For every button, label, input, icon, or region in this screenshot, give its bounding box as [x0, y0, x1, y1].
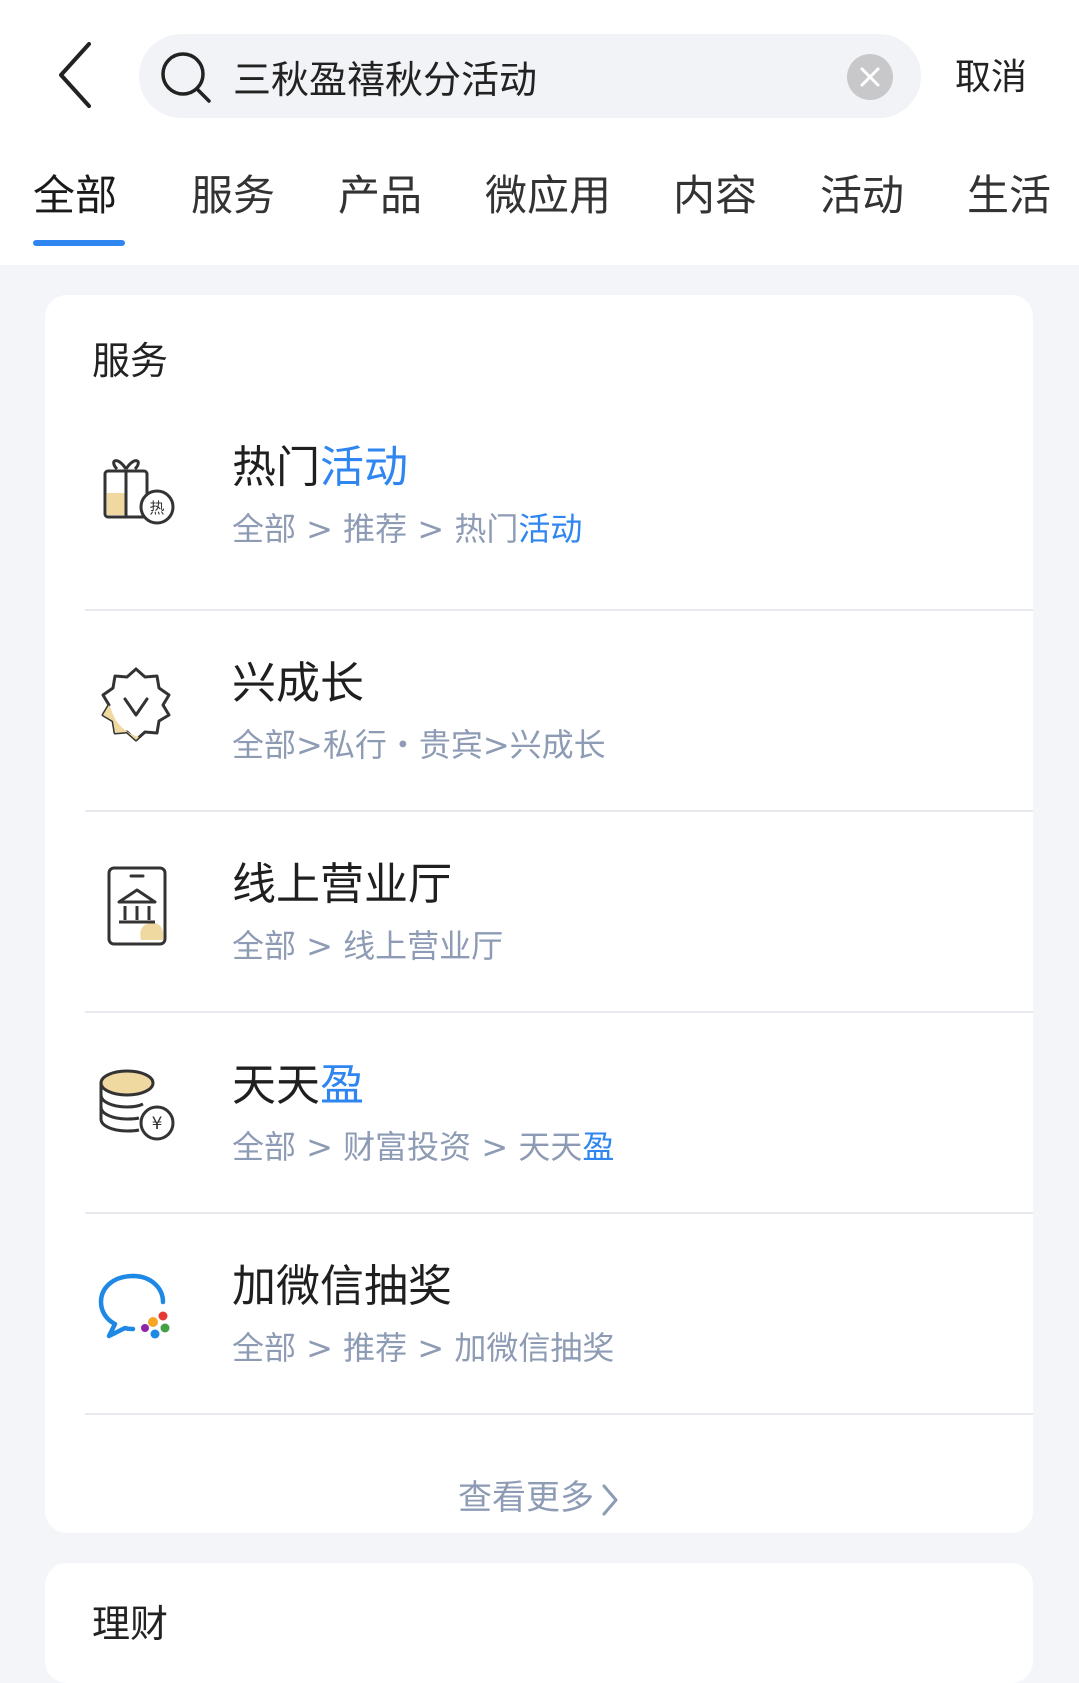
item-breadcrumb: 全部 > 财富投资 > 天天盈 — [232, 1128, 615, 1166]
service-item-online-hall[interactable]: 线上营业厅 全部 > 线上营业厅 — [45, 812, 1033, 1012]
chevron-right-icon — [602, 1484, 618, 1515]
badge-growth-icon — [101, 667, 171, 742]
service-item-wechat-lottery[interactable]: 加微信抽奖 全部 > 推荐 > 加微信抽奖 — [45, 1214, 1033, 1414]
active-tab-indicator — [33, 240, 125, 246]
item-title: 兴成长 — [232, 658, 364, 709]
svg-text:¥: ¥ — [152, 1114, 163, 1134]
top-bar: 取消 全部 服务 产品 微应用 内容 活动 生活 — [0, 0, 1079, 265]
section-title: 服务 — [92, 339, 169, 383]
section-title: 理财 — [92, 1602, 169, 1646]
service-item-tiantian-ying[interactable]: ¥ 天天盈 全部 > 财富投资 > 天天盈 — [45, 1013, 1033, 1213]
coins-yuan-icon: ¥ — [99, 1069, 175, 1141]
close-icon — [860, 67, 880, 87]
item-title: 天天盈 — [232, 1060, 364, 1111]
item-breadcrumb: 全部 > 推荐 > 热门活动 — [232, 510, 583, 548]
tab-life[interactable]: 生活 — [967, 170, 1051, 222]
item-title: 热门活动 — [232, 442, 408, 493]
item-title: 加微信抽奖 — [232, 1261, 452, 1312]
search-input[interactable] — [233, 46, 833, 106]
clear-search-button[interactable] — [847, 54, 893, 100]
back-button[interactable] — [40, 35, 110, 115]
item-title: 线上营业厅 — [232, 859, 452, 910]
service-item-hot-activities[interactable]: 热 热门活动 全部 > 推荐 > 热门活动 — [45, 395, 1033, 595]
back-arrow-icon — [59, 42, 91, 108]
wechat-chat-icon — [98, 1273, 170, 1339]
search-box[interactable] — [139, 34, 921, 118]
phone-bank-icon — [107, 866, 167, 946]
view-more-label: 查看更多 — [458, 1478, 594, 1518]
tab-all[interactable]: 全部 — [33, 170, 117, 222]
item-breadcrumb: 全部>私行・贵宾>兴成长 — [232, 726, 606, 764]
divider — [85, 1413, 1033, 1415]
wealth-card: 理财 — [45, 1563, 1033, 1683]
tab-products[interactable]: 产品 — [338, 170, 422, 222]
tab-mini-apps[interactable]: 微应用 — [485, 170, 611, 222]
services-card: 服务 热 热门活动 全部 > 推荐 > 热门活动 兴成长 全部>私行・贵宾>兴成… — [45, 295, 1033, 1533]
gift-hot-icon: 热 — [103, 459, 175, 525]
view-more-link[interactable]: 查看更多 — [45, 1470, 1033, 1519]
tab-content[interactable]: 内容 — [673, 170, 757, 222]
item-breadcrumb: 全部 > 线上营业厅 — [232, 927, 504, 965]
tab-services[interactable]: 服务 — [191, 170, 275, 222]
cancel-button[interactable]: 取消 — [955, 48, 1027, 100]
search-icon — [161, 52, 211, 103]
item-breadcrumb: 全部 > 推荐 > 加微信抽奖 — [232, 1329, 615, 1367]
tab-activities[interactable]: 活动 — [820, 170, 904, 222]
svg-text:热: 热 — [149, 499, 164, 517]
category-tabs: 全部 服务 产品 微应用 内容 活动 生活 — [0, 160, 1079, 250]
service-item-xing-growth[interactable]: 兴成长 全部>私行・贵宾>兴成长 — [45, 611, 1033, 811]
